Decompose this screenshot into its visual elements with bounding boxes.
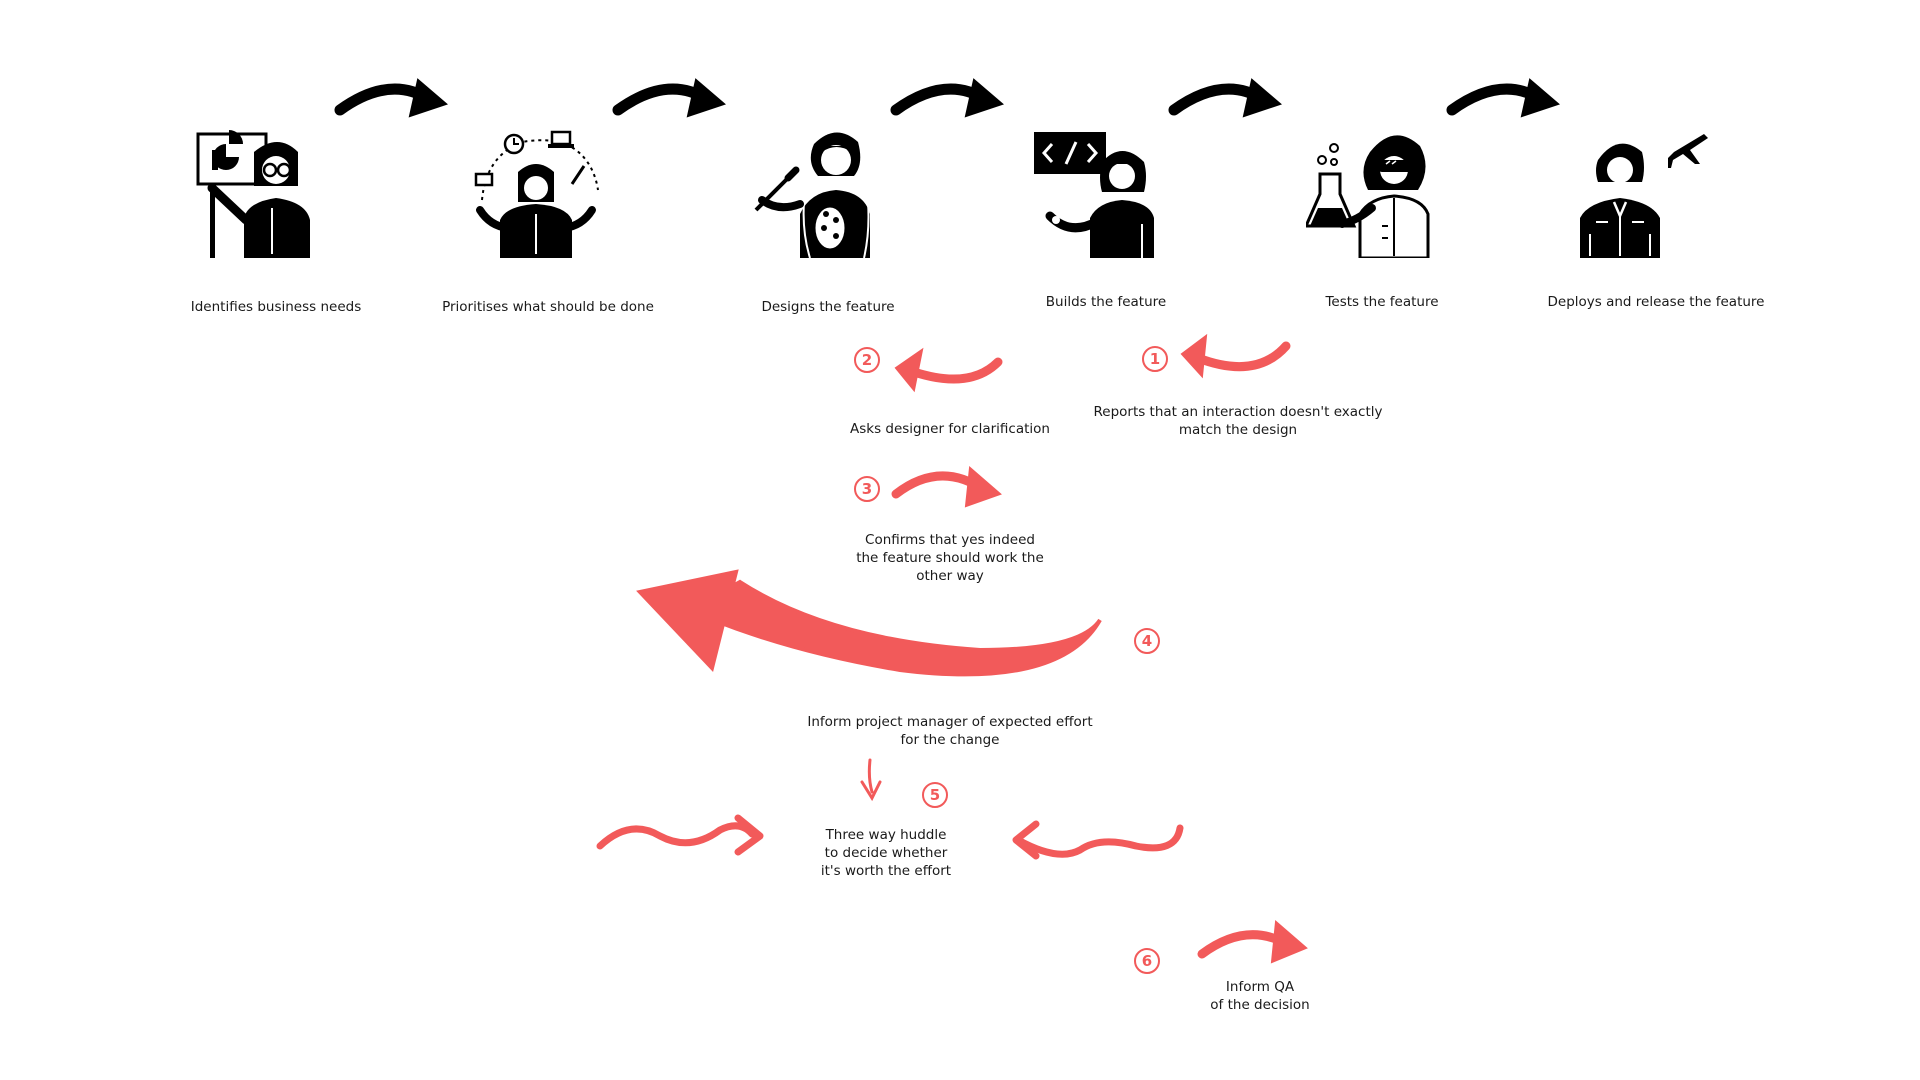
workflow-diagram: Identifies business needs Prioritises wh… xyxy=(0,0,1920,1080)
step-badge: 6 xyxy=(1134,948,1160,974)
role-label: Designs the feature xyxy=(761,299,895,315)
red-arrow-step-6 xyxy=(1197,919,1308,964)
scientist-with-flask-icon xyxy=(1306,135,1430,258)
black-arrow-1 xyxy=(334,78,448,118)
black-arrow-2 xyxy=(612,78,726,118)
step-badge: 1 xyxy=(1142,346,1168,372)
step-text: Confirms that yes indeed the feature sho… xyxy=(856,532,1044,584)
red-wavy-arrow-right xyxy=(1012,820,1184,860)
red-arrow-step-3 xyxy=(891,465,1002,508)
black-arrow-5 xyxy=(1446,78,1560,118)
step-text: Inform project manager of expected effor… xyxy=(807,714,1093,748)
step-badge: 2 xyxy=(854,347,880,373)
red-arrow-step-4 xyxy=(636,569,1102,677)
red-arrow-step-1 xyxy=(1180,333,1291,379)
developer-code-screen-icon xyxy=(1034,132,1154,258)
step-badge: 5 xyxy=(922,782,948,808)
presenter-person-icon xyxy=(196,130,310,258)
role-label: Identifies business needs xyxy=(190,299,362,315)
role-label: Builds the feature xyxy=(1045,294,1167,310)
painter-with-palette-icon xyxy=(754,132,870,258)
step-badge: 4 xyxy=(1134,628,1160,654)
step-text: Asks designer for clarification xyxy=(849,421,1050,437)
step-text: Three way huddle to decide whether it's … xyxy=(820,827,952,879)
pilot-with-airplane-icon xyxy=(1580,134,1708,258)
step-text: Reports that an interaction doesn't exac… xyxy=(1093,404,1383,438)
step-badge: 3 xyxy=(854,476,880,502)
black-arrow-3 xyxy=(890,78,1004,118)
juggling-tasks-person-icon xyxy=(474,130,599,258)
black-arrow-4 xyxy=(1168,78,1282,118)
red-arrow-step-2 xyxy=(894,347,1003,393)
role-label: Prioritises what should be done xyxy=(442,299,654,315)
role-label: Tests the feature xyxy=(1325,294,1439,310)
role-label: Deploys and release the feature xyxy=(1547,294,1765,310)
step-text: Inform QA of the decision xyxy=(1210,979,1310,1013)
red-arrow-step-5-down xyxy=(860,758,882,802)
red-wavy-arrow-left xyxy=(596,814,764,856)
black-flow-arrows xyxy=(334,78,1560,118)
